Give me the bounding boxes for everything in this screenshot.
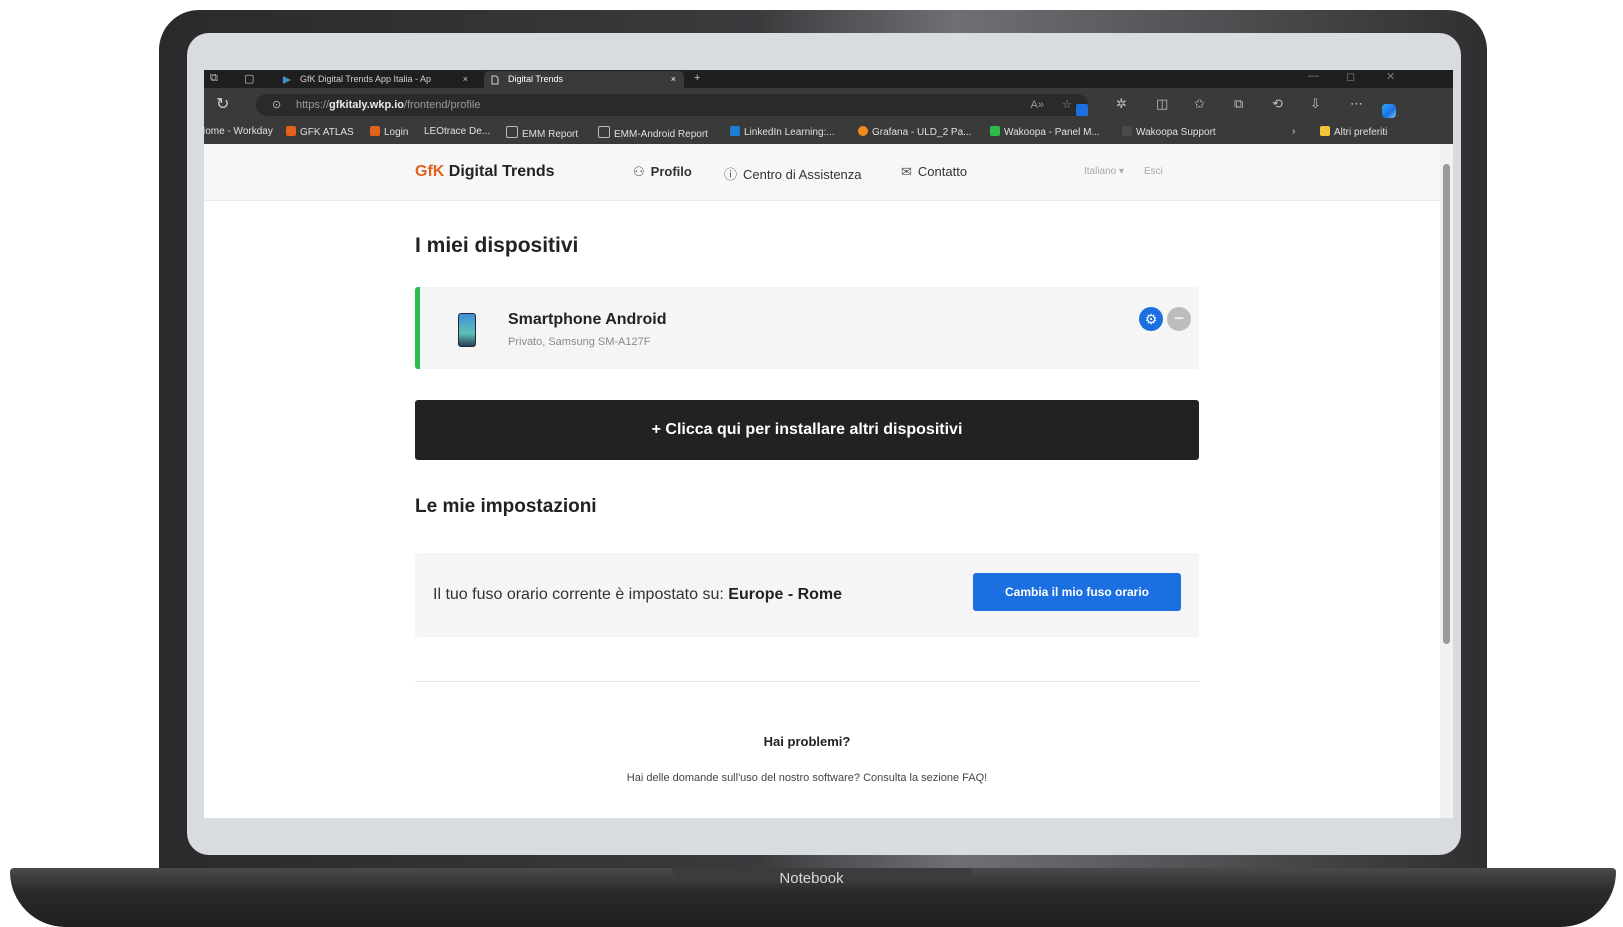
nav-contact[interactable]: ✉ Contatto [901, 164, 967, 180]
divider [415, 681, 1199, 682]
url-path: /frontend/profile [404, 99, 481, 111]
nav-help-center[interactable]: ⓘ Centro di Assistenza [724, 164, 862, 183]
new-tab-button[interactable]: + [694, 72, 700, 84]
bookmark-item[interactable]: GFK ATLAS [286, 126, 354, 138]
address-toolbar: ↻ ⊙ https://gfkitaly.wkp.io/frontend/pro… [204, 88, 1453, 120]
play-store-icon [283, 76, 291, 84]
device-label: Notebook [779, 870, 844, 887]
bookmark-item[interactable]: Wakoopa Support [1122, 126, 1216, 138]
timezone-card: Il tuo fuso orario corrente è impostato … [415, 553, 1199, 637]
timezone-value: Europe - Rome [728, 586, 843, 603]
tab-bar: ⧉ ▢ GfK Digital Trends App Italia - Ap ×… [204, 70, 1453, 88]
bookmarks-bar: Home - Workday GFK ATLAS Login LEOtrace … [204, 120, 1453, 144]
close-tab-icon[interactable]: × [671, 71, 676, 88]
extensions-puzzle-icon[interactable]: ✲ [1116, 96, 1127, 112]
mail-icon: ✉ [901, 164, 912, 179]
web-page: GfK Digital Trends ⚇ Profilo ⓘ Centro di A… [204, 144, 1440, 818]
tab-gfk-app[interactable]: GfK Digital Trends App Italia - Ap × [276, 71, 476, 88]
site-logo[interactable]: GfK Digital Trends [415, 163, 555, 181]
favorites-icon[interactable]: ✩ [1194, 96, 1205, 112]
device-card: Smartphone Android Privato, Samsung SM-A… [415, 287, 1199, 369]
bookmark-item[interactable]: LinkedIn Learning:... [730, 126, 835, 138]
smartphone-icon [458, 313, 476, 347]
device-detail: Privato, Samsung SM-A127F [508, 336, 651, 348]
settings-heading: Le mie impostazioni [415, 496, 597, 517]
bookmark-item[interactable]: EMM Report [506, 126, 578, 140]
read-aloud-icon[interactable]: A» [1031, 94, 1044, 116]
bookmark-item[interactable]: Home - Workday [204, 126, 273, 137]
more-options-icon[interactable]: ⋯ [1350, 96, 1363, 112]
tab-label: Digital Trends [508, 74, 564, 84]
bookmark-item[interactable]: Grafana - ULD_2 Pa... [858, 126, 972, 138]
history-icon[interactable]: ⟲ [1272, 96, 1283, 112]
help-text[interactable]: Hai delle domande sull'uso del nostro so… [204, 772, 1410, 784]
split-screen-icon[interactable]: ◫ [1156, 96, 1168, 112]
install-devices-button[interactable]: + Clicca qui per installare altri dispos… [415, 400, 1199, 460]
url-domain: gfkitaly.wkp.io [329, 99, 405, 111]
collections-icon[interactable]: ⧉ [1234, 96, 1243, 112]
minimize-icon[interactable]: — [1308, 70, 1319, 82]
device-name: Smartphone Android [508, 311, 667, 328]
bookmark-item[interactable]: Login [370, 126, 408, 138]
page-icon [491, 75, 499, 85]
devices-heading: I miei dispositivi [415, 234, 579, 257]
bookmark-item[interactable]: Wakoopa - Panel M... [990, 126, 1100, 138]
help-circle-icon: ⓘ [724, 167, 738, 182]
remove-device-icon[interactable]: − [1167, 307, 1191, 331]
url-field[interactable]: ⊙ https://gfkitaly.wkp.io/frontend/profi… [256, 94, 1088, 116]
bookmark-item[interactable]: LEOtrace De... [424, 126, 490, 137]
tab-digital-trends[interactable]: Digital Trends × [484, 71, 684, 88]
help-title: Hai problemi? [763, 734, 851, 749]
user-icon: ⚇ [633, 164, 645, 179]
refresh-icon[interactable]: ↻ [216, 94, 229, 114]
scrollbar-thumb[interactable] [1443, 164, 1450, 644]
close-tab-icon[interactable]: × [463, 71, 468, 88]
restore-icon[interactable]: ◻ [1346, 70, 1355, 83]
chevron-right-icon[interactable]: › [1292, 126, 1295, 137]
downloads-icon[interactable]: ⇩ [1310, 96, 1321, 112]
site-info-icon[interactable]: ⊙ [272, 94, 281, 116]
logout-link[interactable]: Esci [1144, 166, 1163, 177]
url-prefix: https:// [296, 99, 330, 111]
bookmark-item[interactable]: EMM-Android Report [598, 126, 708, 140]
device-settings-gear-icon[interactable]: ⚙ [1139, 307, 1163, 331]
site-header: GfK Digital Trends ⚇ Profilo ⓘ Centro di A… [204, 144, 1440, 201]
language-select[interactable]: Italiano ▾ [1084, 166, 1124, 177]
nav-profile[interactable]: ⚇ Profilo [633, 164, 692, 180]
timezone-text: Il tuo fuso orario corrente è impostato … [433, 586, 843, 603]
tab-actions-icon[interactable]: ▢ [244, 72, 254, 85]
close-window-icon[interactable]: ✕ [1386, 70, 1395, 83]
change-timezone-button[interactable]: Cambia il mio fuso orario [973, 573, 1181, 611]
favorite-star-icon[interactable]: ☆ [1062, 94, 1072, 116]
tab-label: GfK Digital Trends App Italia - Ap [300, 74, 432, 84]
browser-window: ⧉ ▢ GfK Digital Trends App Italia - Ap ×… [204, 70, 1453, 818]
workspaces-icon[interactable]: ⧉ [210, 72, 218, 85]
bookmark-folder[interactable]: Altri preferiti [1320, 126, 1387, 138]
